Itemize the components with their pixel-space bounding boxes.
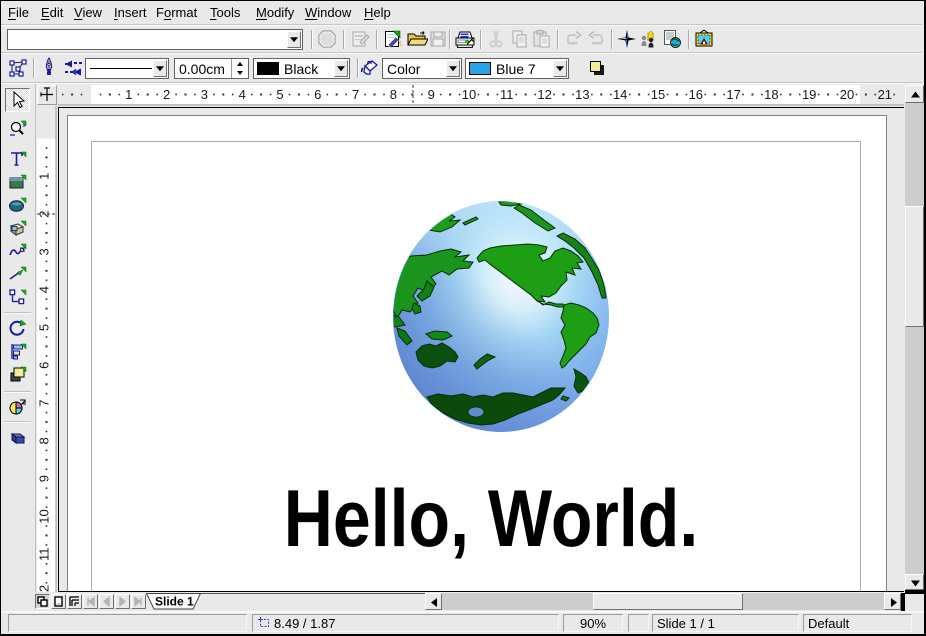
svg-text:1: 1: [37, 173, 52, 180]
svg-text:10: 10: [462, 87, 476, 102]
svg-text:4: 4: [239, 87, 246, 102]
svg-text:4: 4: [37, 286, 52, 293]
svg-text:13: 13: [575, 87, 589, 102]
svg-text:9: 9: [428, 87, 435, 102]
svg-text:21: 21: [878, 87, 892, 102]
svg-text:12: 12: [537, 87, 551, 102]
svg-text:3: 3: [201, 87, 208, 102]
svg-text:20: 20: [840, 87, 854, 102]
svg-text:7: 7: [37, 399, 52, 406]
svg-text:15: 15: [651, 87, 665, 102]
svg-text:3: 3: [37, 248, 52, 255]
svg-text:8: 8: [390, 87, 397, 102]
svg-text:5: 5: [276, 87, 283, 102]
svg-text:Slide 1: Slide 1: [155, 595, 194, 609]
svg-text:11: 11: [500, 87, 514, 102]
svg-text:16: 16: [689, 87, 703, 102]
svg-text:10: 10: [37, 509, 52, 523]
svg-text:6: 6: [314, 87, 321, 102]
svg-text:7: 7: [352, 87, 359, 102]
svg-text:6: 6: [37, 362, 52, 369]
svg-text:8: 8: [37, 437, 52, 444]
svg-text:19: 19: [802, 87, 816, 102]
svg-text:5: 5: [37, 324, 52, 331]
svg-text:14: 14: [613, 87, 627, 102]
svg-text:11: 11: [37, 548, 52, 562]
svg-text:9: 9: [37, 475, 52, 482]
svg-text:1: 1: [125, 87, 132, 102]
svg-text:17: 17: [726, 87, 740, 102]
svg-text:18: 18: [764, 87, 778, 102]
svg-text:12: 12: [37, 585, 52, 592]
svg-text:2: 2: [163, 87, 170, 102]
